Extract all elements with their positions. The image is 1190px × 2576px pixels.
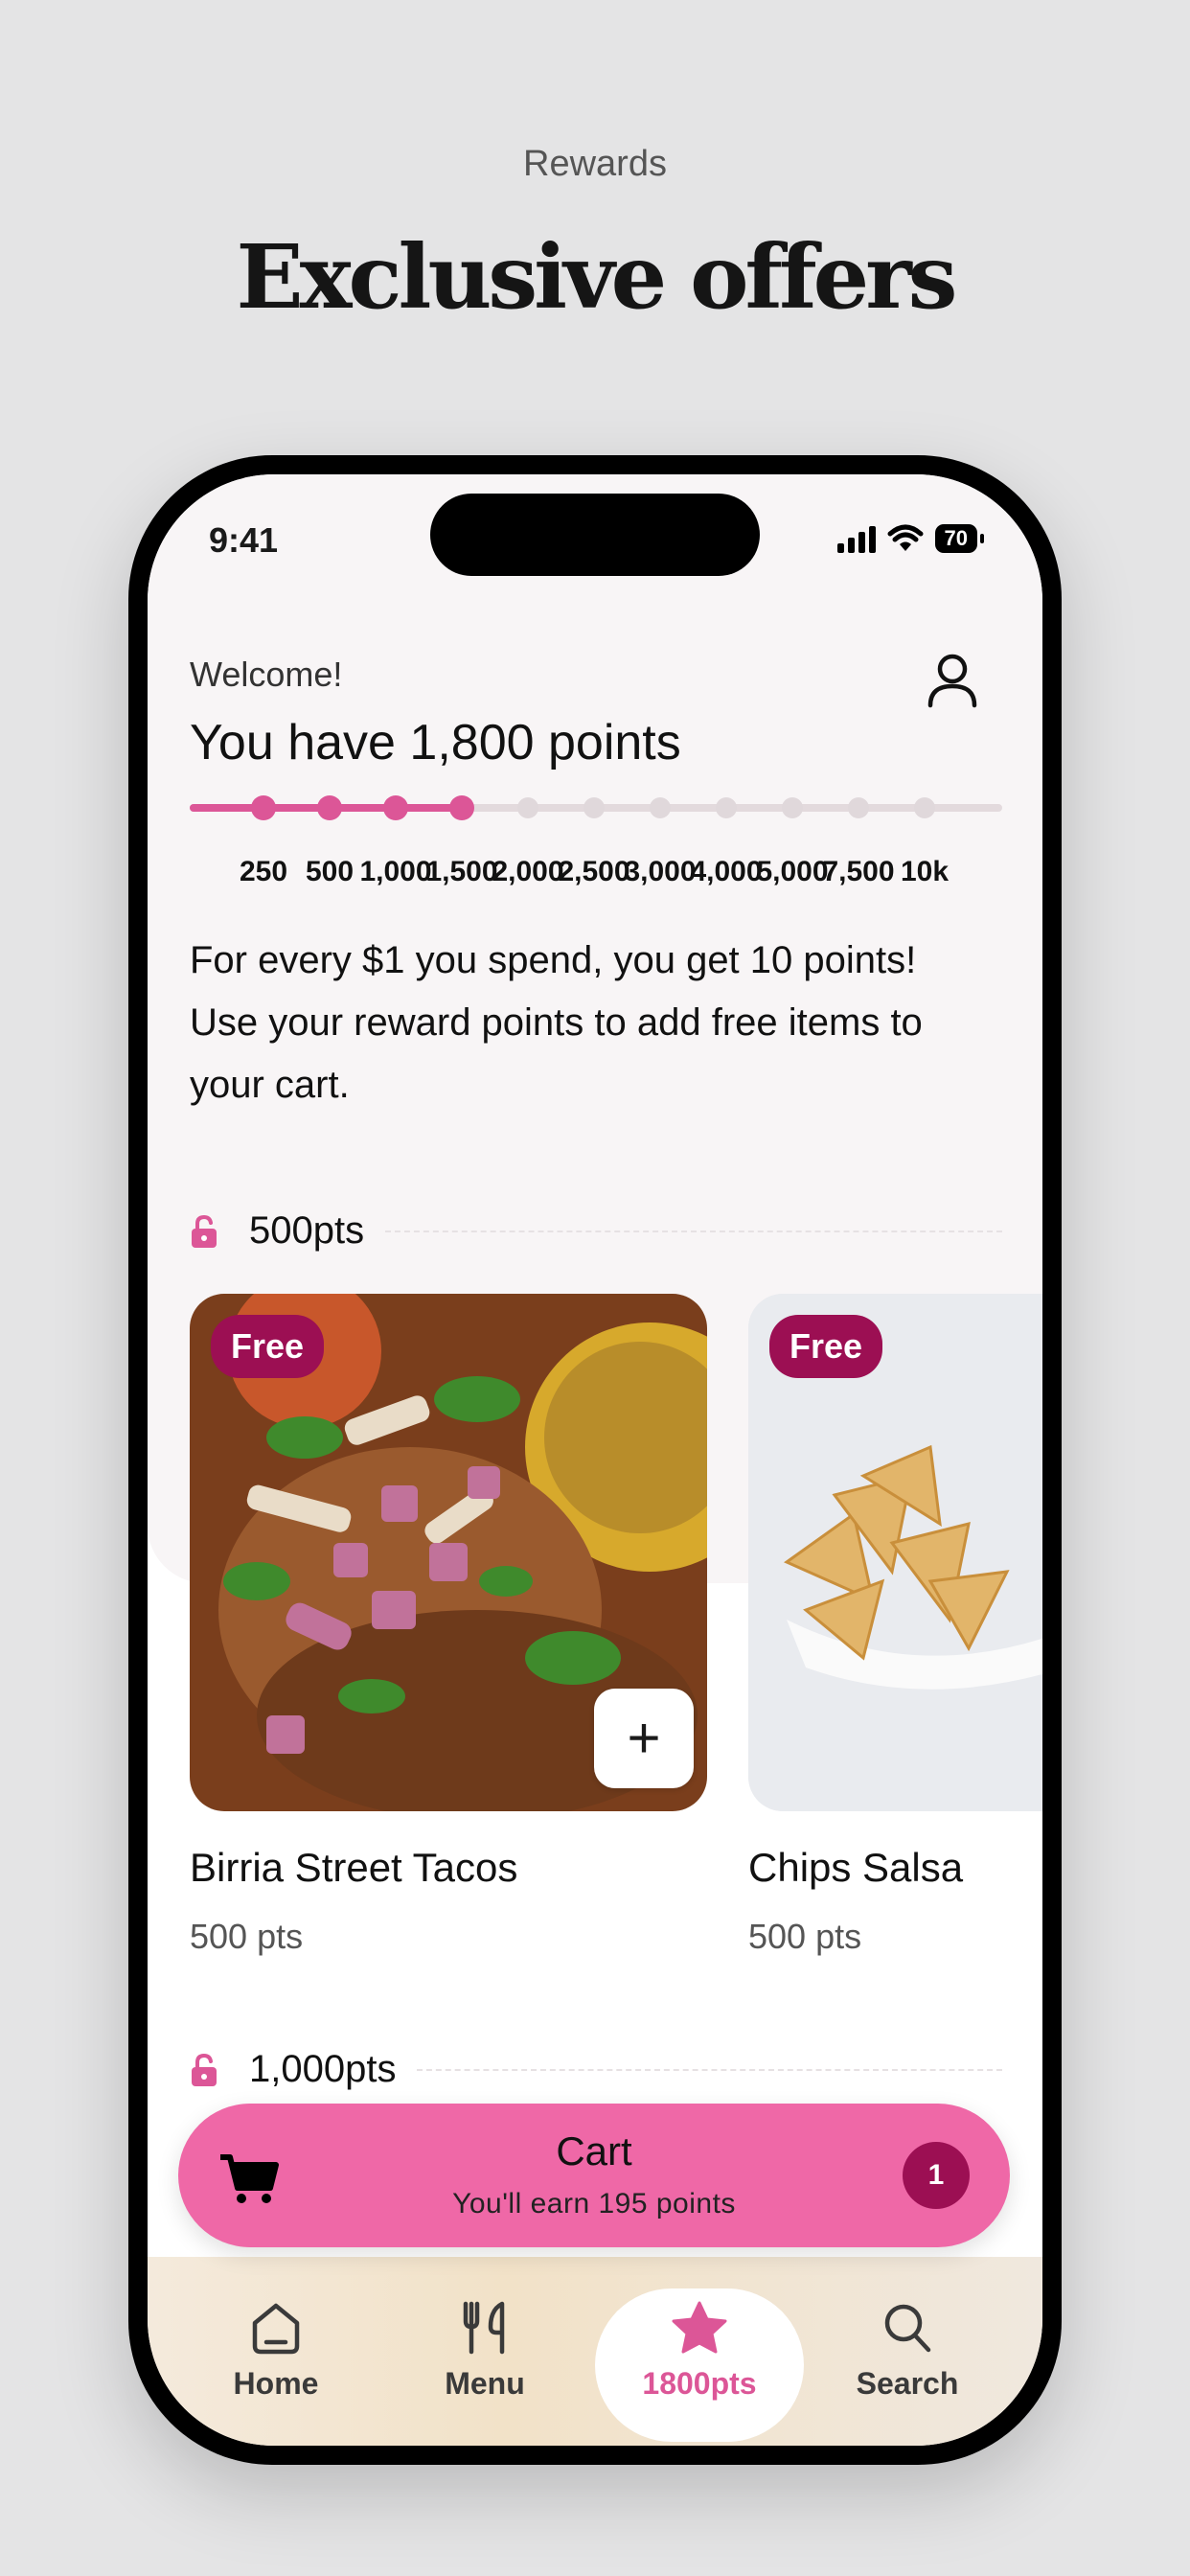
milestone-dot [517,797,538,818]
nav-home[interactable]: Home [199,2300,353,2402]
reward-item-name[interactable]: Chips Salsa [748,1845,963,1891]
milestone-label: 3,000 [624,856,697,887]
free-badge: Free [211,1315,325,1378]
lock-open-icon [192,2053,217,2086]
milestone-dot [650,797,671,818]
nav-label: 1800pts [642,2366,757,2401]
milestone-dot [782,797,803,818]
phone-frame: 9:41 70 Welcome! You have 1,800 points 2… [128,455,1062,2465]
milestone-label: 10k [900,856,950,887]
milestone-dot [449,795,474,820]
utensils-icon [463,2301,505,2355]
reward-item-points: 500 pts [748,1917,862,1956]
section-label: 500pts [249,1209,365,1252]
status-time: 9:41 [209,520,279,560]
milestone-label: 7,500 [822,856,895,887]
milestone-dot [383,795,408,820]
dynamic-island [430,494,760,576]
free-badge: Free [769,1315,883,1378]
nav-rewards[interactable]: 1800pts [623,2300,776,2402]
add-to-cart-button[interactable]: + [594,1689,694,1788]
reward-item-points: 500 pts [190,1917,304,1956]
cart-count-badge: 1 [903,2142,970,2209]
points-balance: You have 1,800 points [190,715,681,770]
nav-label: Search [856,2366,959,2401]
cart-title: Cart [556,2128,632,2174]
milestone-label: 1,000 [359,856,432,887]
rewards-description: For every $1 you spend, you get 10 point… [190,939,923,1106]
points-progress-track [190,795,1002,820]
milestone-dot [914,797,935,818]
cart-points-earn: You'll earn 195 points [452,2188,736,2220]
user-icon[interactable] [926,652,979,709]
wifi-icon [887,524,924,551]
reward-item-image-chips[interactable]: Free [748,1294,1042,1811]
home-icon [252,2303,300,2355]
section-label: 1,000pts [249,2048,397,2090]
milestone-dot [317,795,342,820]
nav-search[interactable]: Search [831,2300,984,2402]
section-header-500pts: 500pts [190,1209,1002,1253]
welcome-text: Welcome! [190,655,343,694]
nav-label: Menu [445,2366,525,2401]
star-icon [672,2301,727,2354]
lock-open-icon [192,1214,217,1248]
milestone-label: 2,500 [558,856,630,887]
status-icons: 70 [836,524,985,553]
nav-menu[interactable]: Menu [408,2300,561,2402]
cellular-signal-icon [836,524,876,553]
milestone-dot [251,795,276,820]
marketing-subtitle: Rewards [523,144,667,184]
battery-indicator: 70 [934,524,985,553]
section-divider [417,2068,1002,2071]
app-screen: 9:41 70 Welcome! You have 1,800 points 2… [148,474,1042,2446]
milestone-label: 2,000 [492,856,564,887]
milestone-label: 4,000 [690,856,763,887]
milestone-dot [716,797,737,818]
nav-label: Home [233,2366,319,2401]
section-divider [385,1230,1002,1232]
milestone-dot [848,797,869,818]
milestone-label: 1,500 [425,856,498,887]
milestone-label: 250 [239,856,288,887]
milestone-label: 500 [305,856,355,887]
reward-item-image-birria[interactable]: Free + [190,1294,707,1811]
marketing-title: Exclusive offers [236,225,958,329]
section-header-1000pts: 1,000pts [190,2048,1002,2091]
reward-item-name[interactable]: Birria Street Tacos [190,1845,517,1891]
cart-bar[interactable]: Cart You'll earn 195 points 1 [178,2104,1010,2247]
milestone-label: 5,000 [756,856,829,887]
milestone-dot [584,797,605,818]
search-icon [884,2304,931,2353]
